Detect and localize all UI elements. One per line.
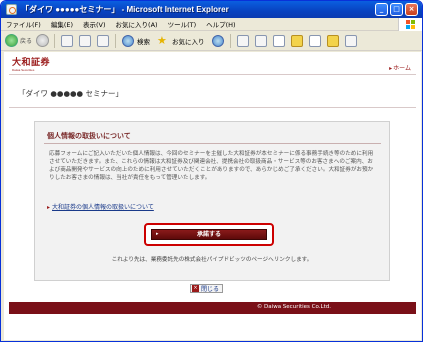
privacy-notice-text: 応募フォームにご記入いただいた個人情報は、今回のセミナーを主催した大和証券が本セ… — [49, 151, 374, 181]
agree-button-highlight: ▸ 承諾する — [144, 223, 274, 246]
favorites-star-icon[interactable]: ★ — [157, 34, 169, 47]
toolbar-separator — [54, 33, 56, 48]
favorites-label[interactable]: お気に入り — [172, 36, 205, 46]
search-icon[interactable] — [122, 34, 135, 47]
search-label[interactable]: 検索 — [137, 36, 150, 46]
window-controls: _ □ × — [375, 3, 418, 16]
maximize-button[interactable]: □ — [390, 3, 403, 16]
title-divider — [9, 107, 416, 108]
logo-subtext: Daiwa Securities — [12, 68, 35, 72]
arrow-right-icon: ▸ — [47, 204, 51, 211]
menu-favorites[interactable]: お気に入り(A) — [111, 19, 163, 29]
arrow-right-icon: ▸ — [389, 65, 393, 72]
privacy-panel: 個人情報の取扱いについて 応募フォームにご記入いただいた個人情報は、今回のセミナ… — [34, 121, 390, 281]
home-icon[interactable] — [97, 34, 110, 47]
toolbar-separator — [115, 33, 117, 48]
tools-icon[interactable] — [344, 34, 357, 47]
home-link[interactable]: ▸ホーム — [389, 63, 411, 72]
edit-icon[interactable] — [272, 34, 285, 47]
ie-icon — [6, 4, 17, 15]
site-header: 大和証券 Daiwa Securities ▸ホーム — [4, 52, 421, 74]
panel-divider — [44, 143, 381, 144]
mail-icon[interactable] — [236, 34, 249, 47]
back-arrow-icon[interactable] — [5, 34, 18, 47]
panel-heading: 個人情報の取扱いについて — [47, 132, 131, 140]
menu-help[interactable]: ヘルプ(H) — [201, 19, 240, 29]
history-icon[interactable] — [211, 34, 224, 47]
research-icon[interactable] — [308, 34, 321, 47]
menu-tools[interactable]: ツール(T) — [163, 19, 202, 29]
discuss-icon[interactable] — [290, 34, 303, 47]
privacy-policy-link[interactable]: ▸ 大和証券の個人情報の取扱いについて — [47, 202, 154, 211]
home-link-label: ホーム — [393, 65, 411, 72]
page-content: 大和証券 Daiwa Securities ▸ホーム 「ダイワ ●●●●● セミ… — [4, 52, 421, 340]
arrow-right-icon: ▸ — [156, 231, 159, 237]
toolbar-separator — [229, 33, 231, 48]
window-title: 「ダイワ ●●●●●セミナー」 - Microsoft Internet Exp… — [21, 5, 229, 14]
copyright-text: © Daiwa Securities Co.Ltd. — [256, 304, 331, 310]
menu-edit[interactable]: 編集(E) — [46, 19, 78, 29]
header-divider — [9, 74, 416, 75]
title-bar[interactable]: 「ダイワ ●●●●●セミナー」 - Microsoft Internet Exp… — [1, 1, 422, 18]
redirect-notice: これより先は、業務委託先の株式会社パイプドビッツのページへリンクします。 — [111, 257, 313, 263]
minimize-button[interactable]: _ — [375, 3, 388, 16]
close-page-button[interactable]: × 閉じる — [190, 284, 224, 293]
close-page-label: 閉じる — [201, 286, 220, 293]
refresh-icon[interactable] — [79, 34, 92, 47]
stop-icon[interactable] — [61, 34, 74, 47]
print-icon[interactable] — [254, 34, 267, 47]
page-title: 「ダイワ ●●●●● セミナー」 — [18, 89, 123, 98]
logo-text: 大和証券 — [12, 58, 51, 68]
windows-logo-icon — [398, 18, 422, 31]
messenger-icon[interactable] — [326, 34, 339, 47]
daiwa-logo[interactable]: 大和証券 Daiwa Securities — [12, 55, 50, 72]
close-window-button[interactable]: × — [405, 3, 418, 16]
toolbar: 戻る 検索 ★ お気に入り — [1, 31, 422, 51]
privacy-policy-link-label: 大和証券の個人情報の取扱いについて — [52, 204, 154, 211]
menu-file[interactable]: ファイル(F) — [1, 19, 46, 29]
forward-arrow-icon[interactable] — [36, 34, 50, 47]
back-label[interactable]: 戻る — [20, 36, 32, 45]
menu-view[interactable]: 表示(V) — [78, 19, 111, 29]
agree-button[interactable]: ▸ 承諾する — [151, 229, 267, 240]
agree-button-label: 承諾する — [196, 231, 221, 238]
menu-bar: ファイル(F) 編集(E) 表示(V) お気に入り(A) ツール(T) ヘルプ(… — [1, 18, 422, 31]
browser-window: 「ダイワ ●●●●●セミナー」 - Microsoft Internet Exp… — [0, 0, 423, 342]
close-icon: × — [192, 285, 199, 292]
site-footer: © Daiwa Securities Co.Ltd. — [9, 302, 416, 314]
